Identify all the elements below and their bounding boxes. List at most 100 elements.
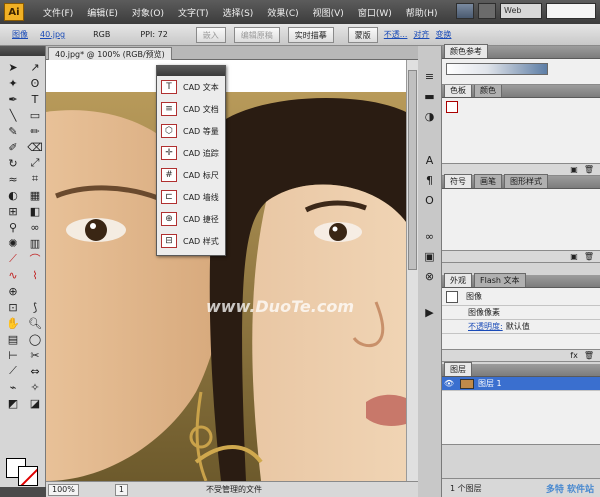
workspace-switcher[interactable]: Web: [500, 3, 542, 19]
type-tool-icon[interactable]: T: [26, 92, 44, 106]
artboard-tool-icon[interactable]: ⊡: [4, 300, 22, 314]
menu-item[interactable]: 效果(C): [260, 6, 305, 19]
search-input[interactable]: [546, 3, 596, 19]
cad-arc-tool-icon[interactable]: ⌒: [26, 252, 44, 266]
appearance-opacity-row[interactable]: 不透明度: 默认值: [442, 320, 600, 334]
tab-swatches[interactable]: 色板: [444, 83, 472, 97]
delete-symbol-icon[interactable]: 🗑︎: [584, 252, 594, 261]
tab-symbols[interactable]: 符号: [444, 174, 472, 188]
cad-tool-item[interactable]: # CAD 标尺: [157, 164, 225, 186]
live-paint-tool-icon[interactable]: ◩: [4, 396, 22, 410]
tab-layers[interactable]: 图层: [444, 362, 472, 376]
scissors-tool-icon[interactable]: ✂: [26, 348, 44, 362]
symbol-sprayer-tool-icon[interactable]: ✺: [4, 236, 22, 250]
cad-curve-tool-icon[interactable]: ∿: [4, 268, 22, 282]
cad-tool-item[interactable]: T CAD 文本: [157, 76, 225, 98]
layer-name[interactable]: 图层 1: [478, 378, 502, 389]
character-icon[interactable]: A: [421, 152, 439, 168]
tab-appearance[interactable]: 外观: [444, 273, 472, 287]
tools-panel-grip[interactable]: [0, 46, 45, 56]
rotate-tool-icon[interactable]: ↻: [4, 156, 22, 170]
align-link[interactable]: 对齐: [413, 29, 429, 40]
knife-tool-icon[interactable]: ⟋: [4, 364, 22, 378]
appearance-opacity-label[interactable]: 不透明度:: [468, 321, 503, 332]
cad-tool-item[interactable]: ≡ CAD 文档: [157, 98, 225, 120]
direct-selection-tool-icon[interactable]: ↗: [26, 60, 44, 74]
width-tool-icon[interactable]: ⇔: [26, 364, 44, 378]
bridge-icon[interactable]: [456, 3, 474, 19]
column-graph-tool-icon[interactable]: ▥: [26, 236, 44, 250]
pencil-tool-icon[interactable]: ✏: [26, 124, 44, 138]
line-tool-icon[interactable]: ╲: [4, 108, 22, 122]
document-tab[interactable]: 40.jpg* @ 100% (RGB/预览): [48, 47, 172, 60]
zoom-field[interactable]: 100%: [48, 483, 79, 496]
cad-tool-item[interactable]: ⬡ CAD 等量: [157, 120, 225, 142]
eraser-tool-icon[interactable]: ⌫: [26, 140, 44, 154]
image-trace-icon[interactable]: ▣: [421, 248, 439, 264]
gradient-tool-icon[interactable]: ◧: [26, 204, 44, 218]
menu-item[interactable]: 编辑(E): [80, 6, 125, 19]
paintbrush-tool-icon[interactable]: ✎: [4, 124, 22, 138]
embed-button[interactable]: 嵌入: [195, 26, 226, 43]
new-swatch-icon[interactable]: ▣: [570, 165, 578, 174]
free-transform-tool-icon[interactable]: ⌗: [26, 172, 44, 186]
cad-offset-tool-icon[interactable]: ⌇: [26, 268, 44, 282]
cad-line-tool-icon[interactable]: ⟋: [4, 252, 22, 266]
cad-tool-item[interactable]: ⊟ CAD 样式: [157, 230, 225, 252]
navigator-icon[interactable]: ⊗: [421, 268, 439, 284]
magic-wand-tool-icon[interactable]: ✦: [4, 76, 22, 90]
file-name-link[interactable]: 40.jpg: [40, 30, 65, 39]
object-type-label[interactable]: 图像: [12, 29, 28, 40]
edit-original-button[interactable]: 编辑原稿: [233, 26, 280, 43]
color-guide-strip[interactable]: [446, 63, 548, 75]
menu-item[interactable]: 文字(T): [171, 6, 216, 19]
warp-tool-icon[interactable]: ≈: [4, 172, 22, 186]
tab-color-guide[interactable]: 颜色参考: [444, 44, 488, 58]
links-icon[interactable]: ∞: [421, 228, 439, 244]
scrollbar-thumb[interactable]: [408, 70, 417, 270]
mask-button[interactable]: 蒙版: [347, 26, 378, 43]
appearance-pixels-row[interactable]: 图像像素: [442, 306, 600, 320]
page-field[interactable]: 1: [114, 483, 128, 496]
tab-graphic-styles[interactable]: 图形样式: [504, 174, 548, 188]
gradient-icon[interactable]: ▬: [421, 88, 439, 104]
cad-tool-item[interactable]: ⊏ CAD 墙线: [157, 186, 225, 208]
crosshair-tool-icon[interactable]: ⊕: [4, 284, 22, 298]
menu-item[interactable]: 选择(S): [216, 6, 261, 19]
placed-photo[interactable]: www.DuoTe.com: [46, 92, 406, 481]
delete-appearance-icon[interactable]: 🗑︎: [584, 351, 594, 360]
zoom-tool-icon[interactable]: 🔍︎: [26, 316, 44, 330]
cad-panel-titlebar[interactable]: [157, 66, 225, 76]
opentype-icon[interactable]: O: [421, 192, 439, 208]
mesh-tool-icon[interactable]: ⊞: [4, 204, 22, 218]
new-symbol-icon[interactable]: ▣: [570, 252, 578, 261]
opacity-link[interactable]: 不透...: [384, 29, 408, 40]
menu-item[interactable]: 文件(F): [36, 6, 80, 19]
actions-icon[interactable]: ▶: [421, 304, 439, 320]
transform-link[interactable]: 变换: [435, 29, 451, 40]
blend-tool-icon[interactable]: ∞: [26, 220, 44, 234]
menu-item[interactable]: 对象(O): [125, 6, 171, 19]
live-paint-selection-tool-icon[interactable]: ◪: [26, 396, 44, 410]
arrange-documents-icon[interactable]: [478, 3, 496, 19]
blob-brush-tool-icon[interactable]: ✐: [4, 140, 22, 154]
pen-tool-icon[interactable]: ✒: [4, 92, 22, 106]
tab-brushes[interactable]: 画笔: [474, 174, 502, 188]
slice-tool-icon[interactable]: ⟆: [26, 300, 44, 314]
delete-swatch-icon[interactable]: 🗑︎: [584, 165, 594, 174]
vertical-scrollbar[interactable]: [406, 60, 418, 481]
eyedropper-tool-icon[interactable]: ⚲: [4, 220, 22, 234]
transparency-icon[interactable]: ◑: [421, 108, 439, 124]
fx-icon[interactable]: fx: [570, 351, 578, 360]
pucker-tool-icon[interactable]: ✧: [26, 380, 44, 394]
fill-stroke-control[interactable]: [6, 458, 40, 486]
menu-item[interactable]: 帮助(H): [399, 6, 445, 19]
menu-item[interactable]: 窗口(W): [351, 6, 399, 19]
ellipse-tool-icon[interactable]: ◯: [26, 332, 44, 346]
layer-row[interactable]: 👁︎ 图层 1: [442, 377, 600, 391]
shape-builder-tool-icon[interactable]: ◐: [4, 188, 22, 202]
chart-tool-icon[interactable]: ▤: [4, 332, 22, 346]
status-text[interactable]: 不受管理的文件: [206, 484, 262, 495]
none-swatch[interactable]: [446, 101, 458, 113]
perspective-grid-tool-icon[interactable]: ▦: [26, 188, 44, 202]
